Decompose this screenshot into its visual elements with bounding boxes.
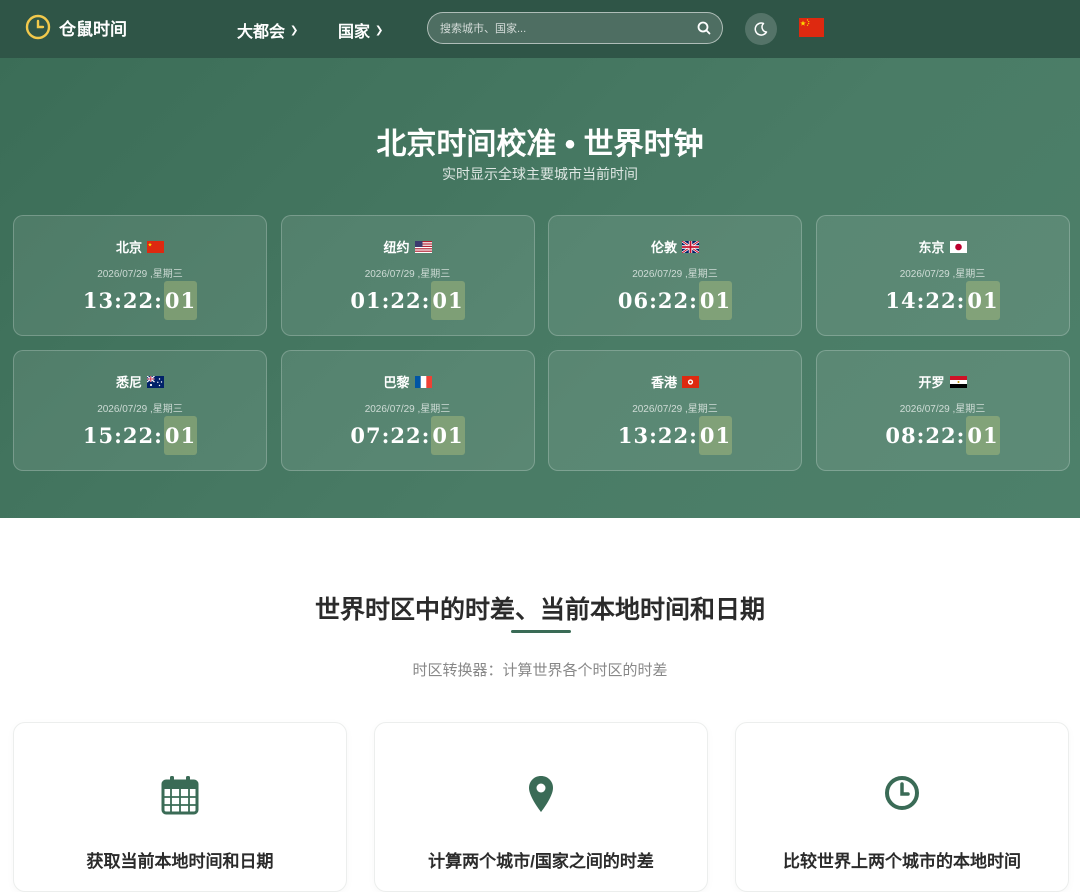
clock-time: 13:22: 01 (14, 281, 266, 320)
clock-city: 伦敦 (549, 237, 801, 256)
city-name: 香港 (650, 375, 677, 390)
clock-hours-minutes: 13:22: (617, 423, 698, 448)
clock-card[interactable]: 纽约 2026/07/29 ,星期三 01:22: 01 (280, 215, 535, 336)
city-name: 伦敦 (650, 240, 677, 255)
dark-mode-toggle[interactable] (745, 13, 777, 45)
clock-hours-minutes: 08:22: (885, 423, 966, 448)
clock-card[interactable]: 开罗 2026/07/29 ,星期三 08:22: 01 (815, 350, 1070, 471)
clock-date: 2026/07/29 ,星期三 (364, 269, 451, 280)
location-pin-icon (529, 776, 553, 812)
clock-seconds: 01 (966, 416, 1000, 455)
clock-date: 2026/07/29 ,星期三 (364, 404, 451, 415)
nav-menu-label: 国家 (338, 24, 371, 41)
brand-name: 仓鼠时间 (59, 19, 127, 39)
clock-hours-minutes: 01:22: (350, 288, 431, 313)
clock-time: 07:22: 01 (282, 416, 534, 455)
feature-label: 获取当前本地时间和日期 (86, 852, 274, 871)
nav-menu-label: 大都会 (237, 24, 286, 41)
hero-title: 北京时间校准 • 世界时钟 (376, 128, 704, 161)
clock-hours-minutes: 13:22: (82, 288, 163, 313)
clock-city: 香港 (549, 372, 801, 391)
clock-date: 2026/07/29 ,星期三 (899, 269, 986, 280)
clock-card[interactable]: 巴黎 2026/07/29 ,星期三 07:22: 01 (280, 350, 535, 471)
france-flag-icon (414, 375, 432, 388)
feature-label: 计算两个城市/国家之间的时差 (428, 852, 654, 871)
city-name: 巴黎 (383, 375, 410, 390)
clock-card[interactable]: 伦敦 2026/07/29 ,星期三 06:22: 01 (548, 215, 802, 336)
clock-hours-minutes: 07:22: (350, 423, 431, 448)
clock-hours-minutes: 14:22: (885, 288, 966, 313)
clock-seconds: 01 (431, 281, 465, 320)
clock-time: 08:22: 01 (817, 416, 1069, 455)
clock-seconds: 01 (163, 281, 198, 320)
clock-time: 14:22: 01 (817, 281, 1069, 320)
clock-city: 北京 (14, 237, 266, 256)
feature-card-local-time[interactable]: 获取当前本地时间和日期 (13, 722, 347, 892)
clock-city: 悉尼 (14, 372, 266, 391)
city-name: 开罗 (918, 375, 945, 390)
clock-seconds: 01 (163, 416, 198, 455)
search-box (427, 12, 723, 44)
clock-seconds: 01 (698, 416, 733, 455)
feature-card-time-difference[interactable]: 计算两个城市/国家之间的时差 (374, 722, 708, 892)
feature-label: 比较世界上两个城市的本地时间 (783, 852, 1021, 871)
section-subtitle: 时区转换器：计算世界各个时区的时差 (412, 662, 668, 679)
clock-time: 15:22: 01 (14, 416, 266, 455)
clock-icon (885, 776, 919, 810)
clock-date: 2026/07/29 ,星期三 (632, 404, 718, 415)
hongkong-flag-icon (682, 375, 699, 388)
city-name: 东京 (918, 240, 945, 255)
clock-hours-minutes: 06:22: (617, 288, 698, 313)
moon-icon (754, 22, 768, 36)
city-name: 悉尼 (115, 375, 142, 390)
brand-logo[interactable]: 仓鼠时间 (25, 14, 127, 40)
feature-card-compare-local-time[interactable]: 比较世界上两个城市的本地时间 (735, 722, 1069, 892)
clock-hours-minutes: 15:22: (82, 423, 163, 448)
uk-flag-icon (682, 240, 699, 253)
usa-flag-icon (414, 240, 432, 253)
clock-time: 13:22: 01 (549, 416, 801, 455)
clock-date: 2026/07/29 ,星期三 (97, 269, 183, 280)
city-name: 纽约 (383, 240, 410, 255)
clock-date: 2026/07/29 ,星期三 (899, 404, 986, 415)
section-title: 世界时区中的时差、当前本地时间和日期 (314, 596, 765, 624)
clock-date: 2026/07/29 ,星期三 (632, 269, 718, 280)
city-name: 北京 (115, 240, 142, 255)
clock-card[interactable]: 悉尼 2026/07/29 ,星期三 15:22: 01 (13, 350, 267, 471)
nav-menu-metropolis[interactable]: 大都会 ❯ (237, 18, 298, 42)
clock-date: 2026/07/29 ,星期三 (97, 404, 183, 415)
nav-menu-country[interactable]: 国家 ❯ (338, 18, 383, 42)
search-icon[interactable] (696, 20, 712, 36)
china-flag-icon[interactable] (799, 18, 824, 37)
clock-time: 01:22: 01 (282, 281, 534, 320)
japan-flag-icon (949, 240, 967, 253)
clock-seconds: 01 (698, 281, 733, 320)
calendar-icon (161, 776, 199, 815)
section-underline (511, 630, 571, 633)
clock-logo-icon (25, 14, 51, 40)
clock-time: 06:22: 01 (549, 281, 801, 320)
hero-subtitle: 实时显示全球主要城市当前时间 (442, 166, 638, 182)
clock-card[interactable]: 东京 2026/07/29 ,星期三 14:22: 01 (815, 215, 1070, 336)
clock-city: 开罗 (817, 372, 1069, 391)
clock-seconds: 01 (431, 416, 465, 455)
search-input[interactable] (440, 19, 690, 39)
chevron-down-icon: ❯ (290, 24, 299, 36)
clock-city: 东京 (817, 237, 1069, 256)
china-flag-icon (147, 240, 164, 253)
clock-city: 巴黎 (282, 372, 534, 391)
top-navbar: 仓鼠时间 大都会 ❯ 国家 ❯ (0, 0, 1080, 58)
australia-flag-icon (147, 375, 164, 388)
egypt-flag-icon (949, 375, 967, 388)
clock-card[interactable]: 北京 2026/07/29 ,星期三 13:22: 01 (13, 215, 267, 336)
hero-banner: 北京时间校准 • 世界时钟 实时显示全球主要城市当前时间 北京 2026/07/2… (0, 58, 1080, 518)
clock-card[interactable]: 香港 2026/07/29 ,星期三 13:22: 01 (548, 350, 802, 471)
clock-seconds: 01 (966, 281, 1000, 320)
clock-city: 纽约 (282, 237, 534, 256)
chevron-down-icon: ❯ (375, 24, 384, 36)
